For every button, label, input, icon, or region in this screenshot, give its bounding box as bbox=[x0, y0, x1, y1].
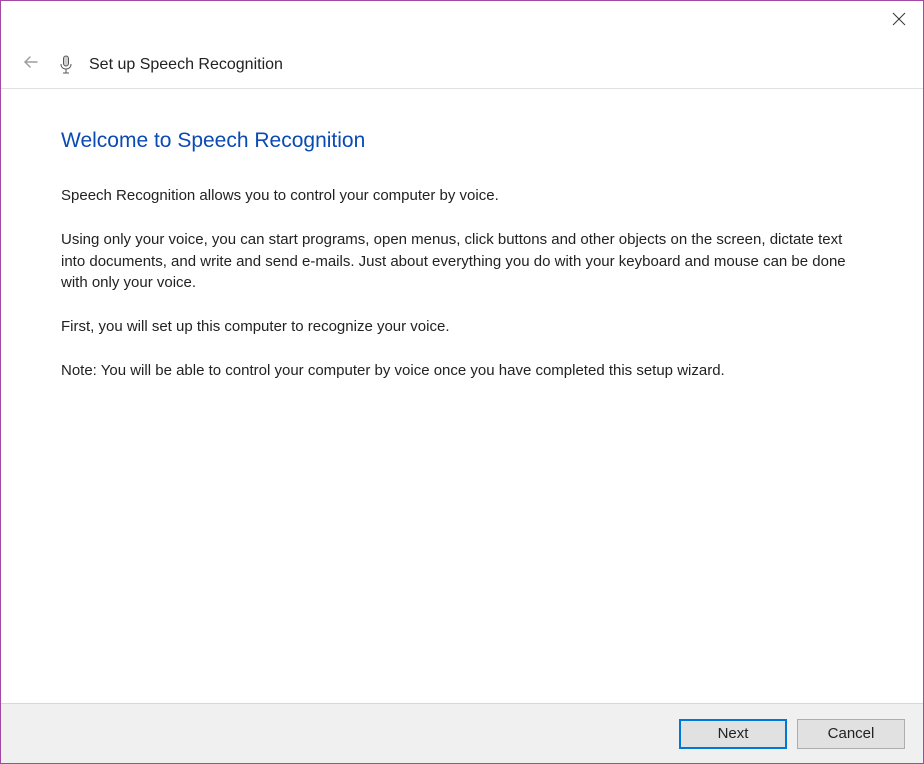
back-arrow-icon bbox=[22, 53, 40, 76]
next-button[interactable]: Next bbox=[679, 719, 787, 749]
back-button bbox=[19, 53, 43, 77]
wizard-content: Welcome to Speech Recognition Speech Rec… bbox=[1, 89, 923, 424]
intro-paragraph-2: Using only your voice, you can start pro… bbox=[61, 229, 863, 294]
intro-paragraph-1: Speech Recognition allows you to control… bbox=[61, 185, 863, 207]
intro-paragraph-3: First, you will set up this computer to … bbox=[61, 316, 863, 338]
intro-paragraph-4: Note: You will be able to control your c… bbox=[61, 360, 863, 382]
cancel-button[interactable]: Cancel bbox=[797, 719, 905, 749]
close-button[interactable] bbox=[887, 9, 911, 33]
wizard-header: Set up Speech Recognition bbox=[1, 41, 923, 89]
page-heading: Welcome to Speech Recognition bbox=[61, 129, 863, 153]
wizard-title: Set up Speech Recognition bbox=[89, 56, 283, 74]
close-icon bbox=[892, 12, 906, 31]
microphone-icon bbox=[57, 53, 75, 77]
titlebar bbox=[1, 1, 923, 41]
wizard-footer: Next Cancel bbox=[1, 703, 923, 763]
